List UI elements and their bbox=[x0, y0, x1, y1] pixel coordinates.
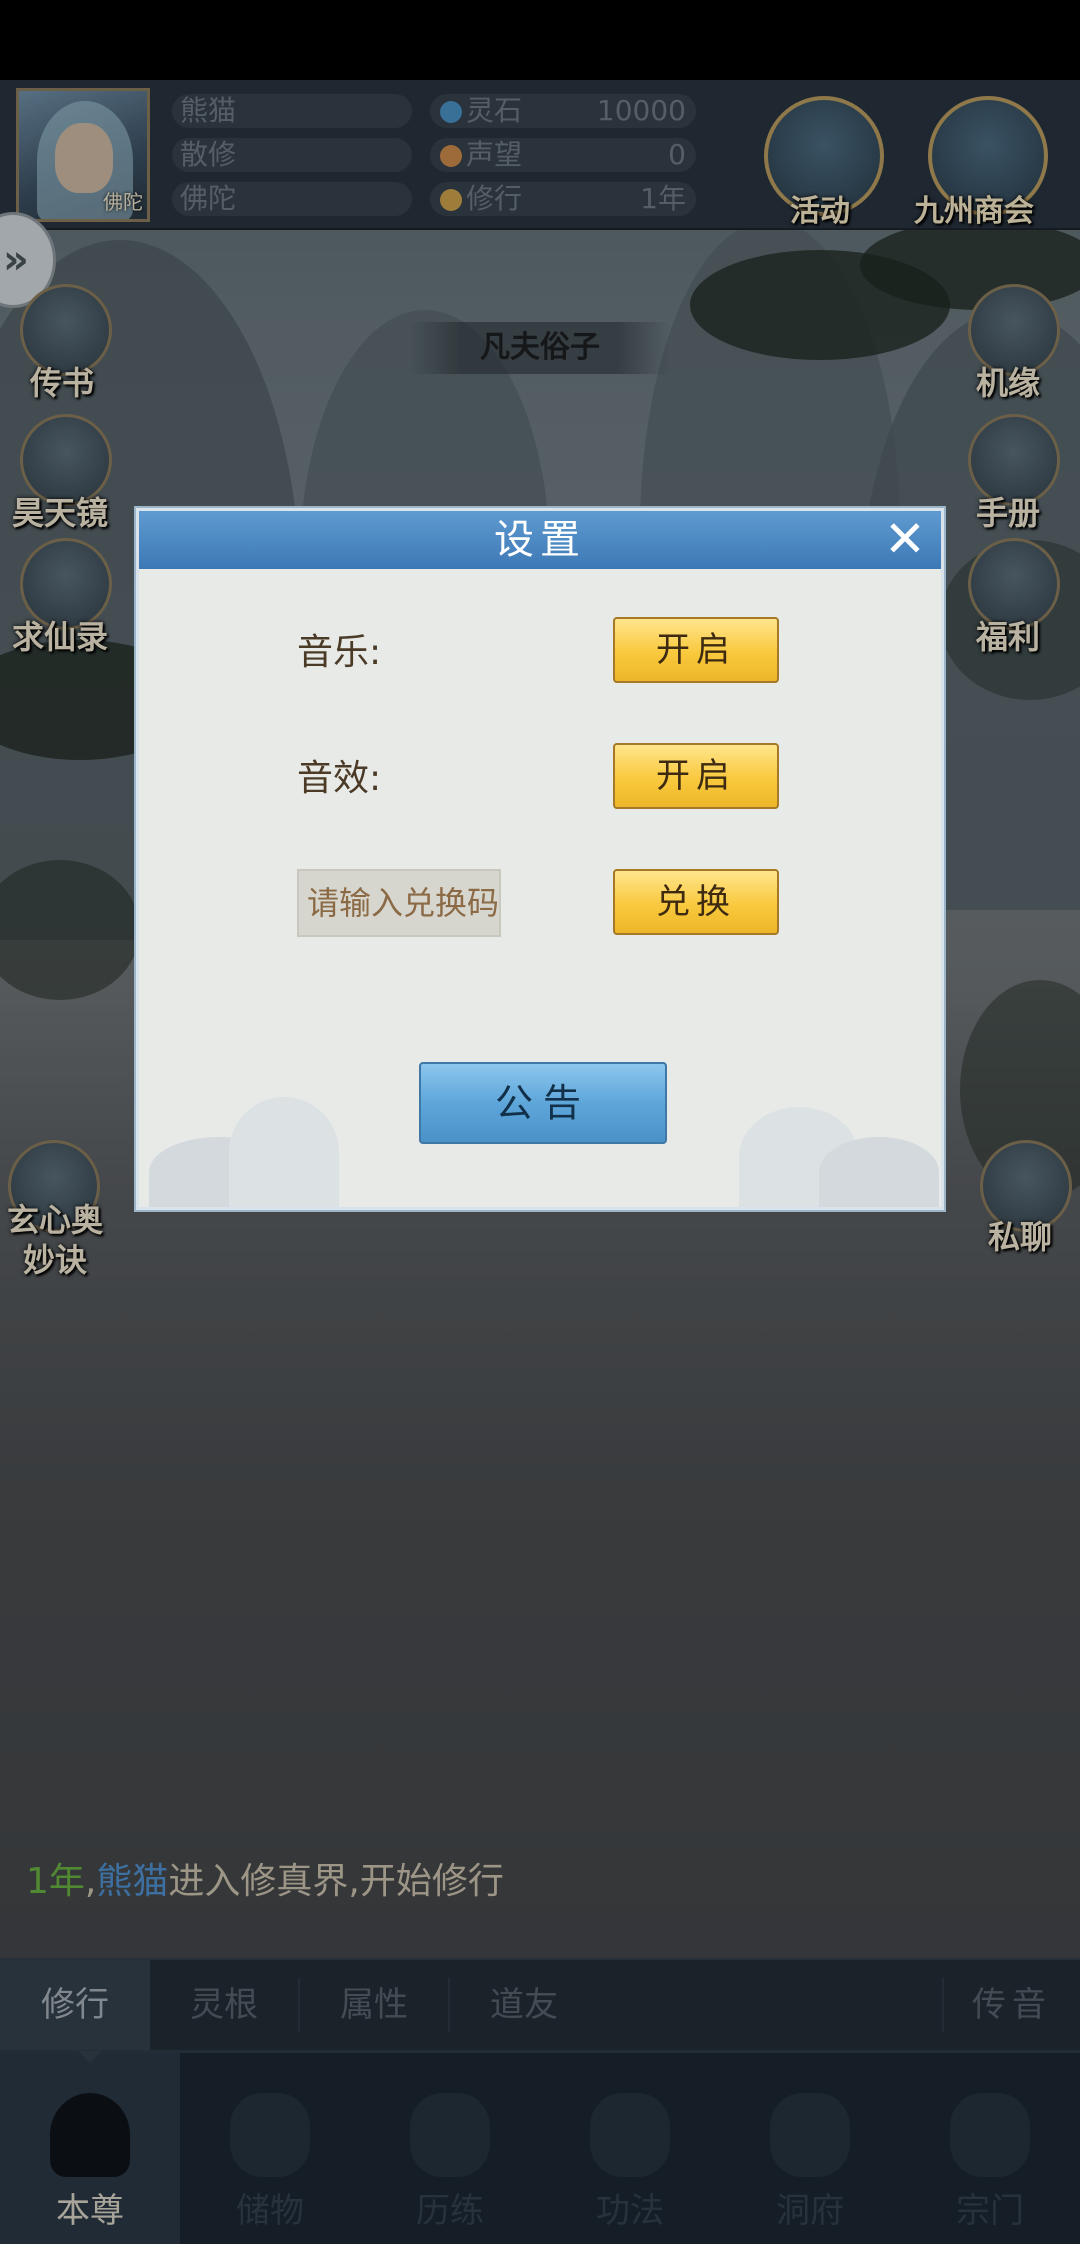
sfx-toggle-button[interactable]: 开启 bbox=[613, 743, 779, 809]
dialog-header: 设置 ✕ bbox=[139, 511, 941, 569]
redeem-code-input[interactable]: 请输入兑换码 bbox=[297, 869, 501, 937]
notice-button[interactable]: 公告 bbox=[419, 1062, 667, 1144]
close-icon[interactable]: ✕ bbox=[883, 514, 927, 564]
dialog-decor bbox=[819, 1137, 939, 1207]
redeem-button[interactable]: 兑换 bbox=[613, 869, 779, 935]
sfx-label: 音效: bbox=[297, 758, 382, 799]
dialog-title: 设置 bbox=[494, 517, 586, 563]
dialog-decor bbox=[229, 1097, 339, 1207]
music-label: 音乐: bbox=[297, 632, 382, 673]
music-toggle-button[interactable]: 开启 bbox=[613, 617, 779, 683]
settings-dialog: 设置 ✕ 音乐: 开启 音效: 开启 请输入兑换码 兑换 公告 bbox=[136, 508, 944, 1210]
